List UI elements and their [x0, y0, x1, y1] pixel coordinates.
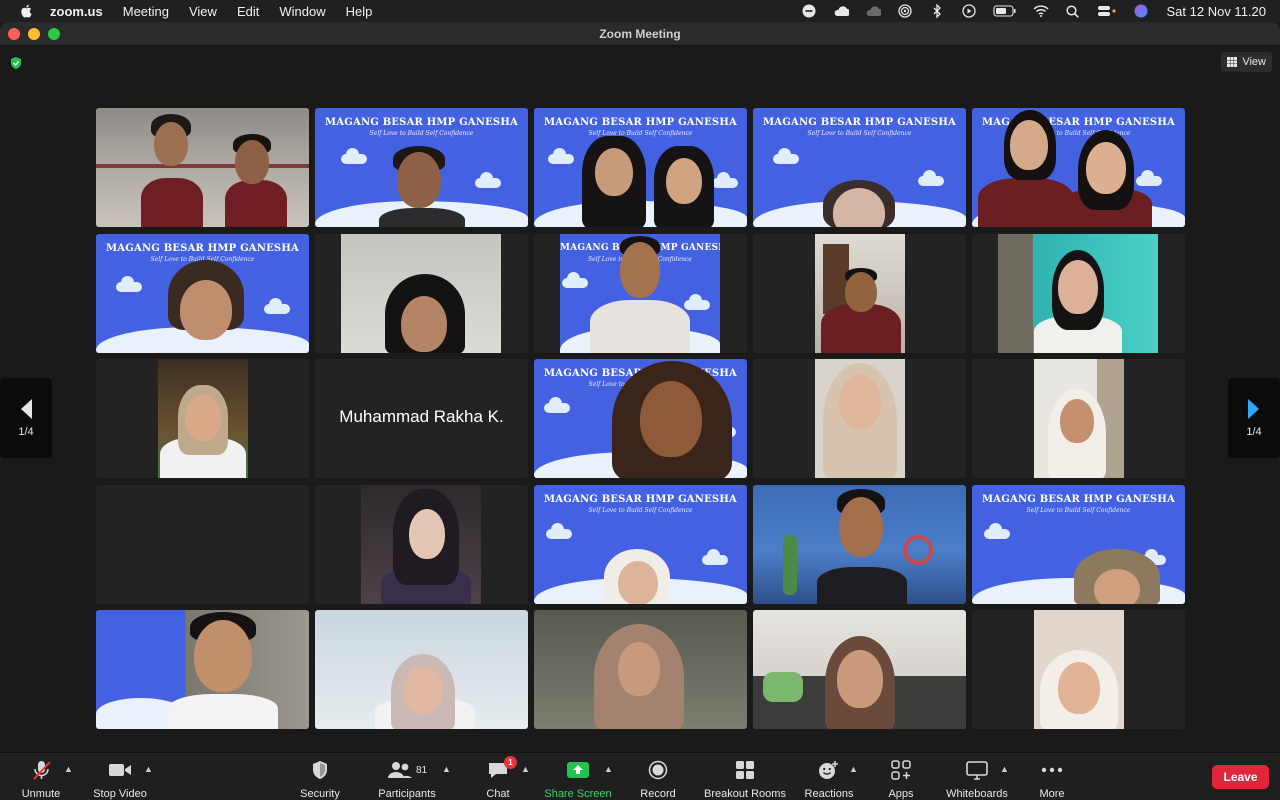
battery-icon[interactable] [992, 4, 1017, 18]
participant-tile[interactable] [96, 108, 309, 227]
previous-page-button[interactable]: 1/4 [0, 378, 52, 458]
menu-help[interactable]: Help [346, 4, 373, 19]
share-screen-button[interactable]: Share Screen [543, 753, 613, 800]
reactions-button[interactable]: Reactions [802, 753, 856, 800]
breakout-rooms-icon [736, 761, 754, 779]
whiteboard-icon [966, 761, 988, 780]
apps-button[interactable]: Apps [880, 753, 922, 800]
participant-tile[interactable]: MAGANG BESAR HMP GANESHA Self Love to Bu… [534, 234, 747, 353]
chevron-left-icon [21, 399, 32, 419]
participant-tile[interactable] [972, 610, 1185, 729]
participant-tile[interactable] [753, 234, 966, 353]
whiteboards-options-caret[interactable]: ▲ [1000, 764, 1009, 774]
record-icon [648, 760, 668, 780]
window-titlebar: Zoom Meeting [0, 22, 1280, 46]
participants-icon [387, 762, 412, 778]
share-screen-icon [567, 762, 589, 778]
apple-icon[interactable] [16, 4, 36, 18]
participant-tile[interactable] [534, 610, 747, 729]
participant-count: 81 [415, 764, 428, 776]
wifi-icon[interactable] [1032, 4, 1049, 18]
participant-tile[interactable] [753, 485, 966, 604]
participant-tile[interactable]: MAGANG BESAR HMP GANESHA Self Love to Bu… [972, 108, 1185, 227]
participant-tile[interactable] [753, 610, 966, 729]
participant-tile[interactable]: MAGANG BESAR HMP GANESHA Self Love to Bu… [534, 359, 747, 478]
bluetooth-icon[interactable] [929, 4, 945, 18]
cloud-dim-icon[interactable] [865, 4, 881, 18]
share-options-caret[interactable]: ▲ [604, 764, 613, 774]
chevron-right-icon [1248, 399, 1259, 419]
whiteboards-button[interactable]: Whiteboards [942, 753, 1012, 800]
view-button-label: View [1242, 56, 1266, 68]
participant-tile[interactable]: MAGANG BESAR HMP GANESHA Self Love to Bu… [534, 108, 747, 227]
next-page-indicator: 1/4 [1246, 426, 1262, 438]
stop-video-button[interactable]: Stop Video [88, 753, 152, 800]
next-page-button[interactable]: 1/4 [1228, 378, 1280, 458]
participant-tile[interactable]: MAGANG BESAR HMP GANESHA Self Love to Bu… [315, 108, 528, 227]
participant-tile[interactable]: MAGANG BESAR HMP GANESHA Self Love to Bu… [534, 485, 747, 604]
participant-tile[interactable]: MAGANG BESAR HMP GANESHA Self Love to Bu… [753, 108, 966, 227]
menu-app-name[interactable]: zoom.us [50, 4, 103, 19]
video-options-caret[interactable]: ▲ [144, 764, 153, 774]
gallery-grid: MAGANG BESAR HMP GANESHA Self Love to Bu… [96, 108, 1185, 730]
participant-tile[interactable] [972, 359, 1185, 478]
macos-menu-bar: zoom.us Meeting View Edit Window Help Sa… [0, 0, 1280, 22]
search-icon[interactable] [1065, 4, 1081, 18]
minus-circle-icon[interactable] [801, 4, 817, 18]
participant-tile[interactable] [96, 610, 309, 729]
chat-button[interactable]: 1 Chat [476, 753, 520, 800]
siri-icon[interactable] [1133, 4, 1149, 18]
zoom-window: Zoom Meeting View 1/4 1/4 MAGANG BESAR H… [0, 22, 1280, 800]
more-button[interactable]: More [1032, 753, 1072, 800]
participant-tile[interactable]: MAGANG BESAR HMP GANESHA Self Love to Bu… [972, 485, 1185, 604]
chat-unread-badge: 1 [504, 756, 517, 769]
play-circle-icon[interactable] [961, 4, 977, 18]
menu-view[interactable]: View [189, 4, 217, 19]
window-title: Zoom Meeting [599, 27, 681, 41]
unmute-button[interactable]: Unmute [16, 753, 66, 800]
view-button[interactable]: View [1221, 52, 1272, 72]
shield-icon [313, 761, 327, 779]
participant-tile[interactable] [315, 610, 528, 729]
participant-tile[interactable] [315, 485, 528, 604]
participant-tile[interactable] [972, 234, 1185, 353]
menu-window[interactable]: Window [279, 4, 325, 19]
mic-muted-icon [33, 761, 51, 780]
participant-tile[interactable] [315, 234, 528, 353]
ellipsis-icon [1041, 767, 1063, 773]
meeting-area: View 1/4 1/4 MAGANG BESAR HMP GANESHA Se… [0, 46, 1280, 752]
video-camera-icon [109, 764, 131, 776]
breakout-rooms-button[interactable]: Breakout Rooms [700, 753, 790, 800]
smiley-plus-icon [819, 761, 838, 779]
airdrop-icon[interactable] [897, 4, 913, 18]
audio-options-caret[interactable]: ▲ [64, 764, 73, 774]
record-button[interactable]: Record [636, 753, 680, 800]
leave-button[interactable]: Leave [1212, 765, 1269, 789]
encryption-shield-icon[interactable] [9, 56, 23, 70]
participant-name: Muhammad Rakha K. [339, 407, 504, 426]
participants-button[interactable]: 81 Participants [374, 753, 440, 800]
participant-tile[interactable] [753, 359, 966, 478]
cloud-icon[interactable] [833, 4, 849, 18]
prev-page-indicator: 1/4 [18, 426, 34, 438]
chat-options-caret[interactable]: ▲ [521, 764, 530, 774]
apps-icon [891, 760, 911, 780]
control-center-icon[interactable] [1097, 4, 1117, 18]
participant-tile[interactable] [96, 359, 309, 478]
menu-meeting[interactable]: Meeting [123, 4, 169, 19]
reactions-options-caret[interactable]: ▲ [849, 764, 858, 774]
participant-tile[interactable]: Muhammad Rakha K. [315, 359, 528, 478]
grid-view-icon [1227, 57, 1238, 67]
menu-clock[interactable]: Sat 12 Nov 11.20 [1167, 4, 1267, 19]
participants-options-caret[interactable]: ▲ [442, 764, 451, 774]
participant-tile[interactable] [96, 485, 309, 604]
security-button[interactable]: Security [295, 753, 345, 800]
menu-edit[interactable]: Edit [237, 4, 259, 19]
participant-tile[interactable]: MAGANG BESAR HMP GANESHA Self Love to Bu… [96, 234, 309, 353]
meeting-toolbar: Unmute ▲ Stop Video ▲ Security 81 Partic… [0, 752, 1280, 800]
